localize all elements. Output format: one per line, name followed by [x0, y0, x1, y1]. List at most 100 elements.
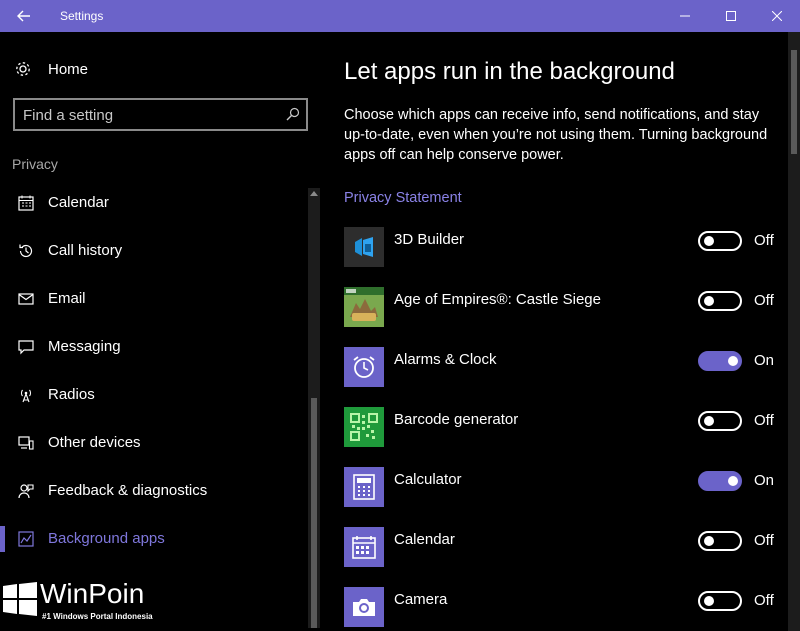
search-input[interactable] [23, 104, 273, 126]
toggle-camera[interactable] [698, 591, 742, 611]
privacy-statement-link[interactable]: Privacy Statement [344, 190, 462, 206]
toggle-calendar[interactable] [698, 531, 742, 551]
app-tile-age-of-empires [344, 287, 384, 327]
radio-tower-icon [17, 386, 35, 404]
app-tile-calendar [344, 527, 384, 567]
app-tile-calculator [344, 467, 384, 507]
sidebar-scrollbar[interactable] [308, 188, 320, 628]
sidebar-item-label: Other devices [48, 434, 141, 451]
sidebar-item-label: Feedback & diagnostics [48, 482, 208, 499]
sidebar-item-label: Background apps [48, 530, 165, 547]
watermark: WinPoin #1 Windows Portal Indonesia [0, 578, 200, 631]
maximize-button[interactable] [708, 0, 754, 32]
toggle-state: Off [754, 592, 774, 609]
app-tile-camera [344, 587, 384, 627]
sidebar: Home Privacy Calendar Call history Email [0, 32, 322, 631]
home-label: Home [48, 60, 89, 78]
background-apps-icon [17, 530, 35, 548]
message-icon [17, 338, 35, 356]
minimize-icon [680, 15, 690, 17]
main-scrollbar[interactable] [788, 32, 800, 631]
sidebar-item-call-history[interactable]: Call history [0, 228, 306, 276]
scroll-up-icon[interactable] [310, 190, 318, 196]
age-of-empires-icon [344, 287, 384, 327]
sidebar-item-background-apps[interactable]: Background apps [0, 516, 306, 564]
app-tile-3d-builder [344, 227, 384, 267]
app-row: Barcode generator Off [344, 407, 784, 447]
calendar-icon [17, 194, 35, 212]
maximize-icon [726, 11, 736, 21]
watermark-brand: WinPoin [40, 578, 145, 609]
sidebar-nav: Calendar Call history Email Messaging Ra… [0, 180, 306, 564]
toggle-state: Off [754, 532, 774, 549]
sidebar-item-radios[interactable]: Radios [0, 372, 306, 420]
sidebar-item-messaging[interactable]: Messaging [0, 324, 306, 372]
toggle-knob [728, 476, 738, 486]
app-name: Calendar [394, 531, 455, 548]
toggle-knob [728, 356, 738, 366]
toggle-state: On [754, 472, 775, 489]
calendar-app-icon [352, 536, 376, 559]
app-name: Alarms & Clock [394, 351, 497, 368]
toggle-knob [704, 236, 714, 246]
toggle-state: Off [754, 232, 774, 249]
watermark-tagline: #1 Windows Portal Indonesia [42, 612, 153, 621]
history-icon [17, 242, 35, 260]
toggle-calculator[interactable] [698, 471, 742, 491]
email-icon [17, 290, 35, 308]
app-name: Camera [394, 591, 448, 608]
app-tile-alarms-clock [344, 347, 384, 387]
sidebar-item-other-devices[interactable]: Other devices [0, 420, 306, 468]
toggle-barcode-generator[interactable] [698, 411, 742, 431]
3d-builder-icon [355, 237, 373, 257]
gear-icon [16, 62, 30, 76]
close-icon [772, 11, 782, 21]
toggle-state: Off [754, 292, 774, 309]
home-link[interactable]: Home [14, 58, 88, 80]
toggle-knob [704, 596, 714, 606]
window-controls [662, 0, 800, 32]
app-name: 3D Builder [394, 231, 465, 248]
page-title: Let apps run in the background [344, 58, 675, 85]
toggle-3d-builder[interactable] [698, 231, 742, 251]
calculator-icon [353, 474, 375, 500]
active-indicator [0, 526, 5, 552]
toggle-knob [704, 296, 714, 306]
toggle-state: On [754, 352, 775, 369]
toggle-knob [704, 416, 714, 426]
search-box[interactable] [13, 98, 308, 131]
back-arrow-icon [17, 10, 30, 22]
sidebar-item-label: Calendar [48, 194, 109, 211]
sidebar-item-label: Radios [48, 386, 95, 403]
camera-icon [353, 599, 375, 616]
app-row: Alarms & Clock On [344, 347, 784, 387]
sidebar-item-feedback[interactable]: Feedback & diagnostics [0, 468, 306, 516]
minimize-button[interactable] [662, 0, 708, 32]
alarm-clock-icon [353, 356, 375, 378]
app-name: Age of Empires®: Castle Siege [394, 291, 601, 308]
feedback-icon [17, 482, 35, 500]
close-button[interactable] [754, 0, 800, 32]
winpoin-logo-icon [3, 582, 37, 616]
app-row: Calculator On [344, 467, 784, 507]
app-name: Calculator [394, 471, 462, 488]
sidebar-item-email[interactable]: Email [0, 276, 306, 324]
toggle-age-of-empires[interactable] [698, 291, 742, 311]
app-tile-barcode-generator [344, 407, 384, 447]
search-icon[interactable] [286, 107, 300, 121]
main-scroll-thumb[interactable] [791, 50, 797, 154]
sidebar-item-calendar[interactable]: Calendar [0, 180, 306, 228]
main-content: Let apps run in the background Choose wh… [322, 32, 800, 631]
toggle-alarms-clock[interactable] [698, 351, 742, 371]
app-row: Age of Empires®: Castle Siege Off [344, 287, 784, 327]
toggle-knob [704, 536, 714, 546]
app-name: Barcode generator [394, 411, 519, 428]
toggle-state: Off [754, 412, 774, 429]
back-button[interactable] [0, 0, 48, 32]
devices-icon [17, 434, 35, 452]
sidebar-item-label: Call history [48, 242, 123, 259]
page-description: Choose which apps can receive info, send… [344, 107, 768, 163]
qr-code-icon [350, 413, 378, 441]
sidebar-scroll-thumb[interactable] [311, 398, 317, 628]
sidebar-item-label: Messaging [48, 338, 121, 355]
